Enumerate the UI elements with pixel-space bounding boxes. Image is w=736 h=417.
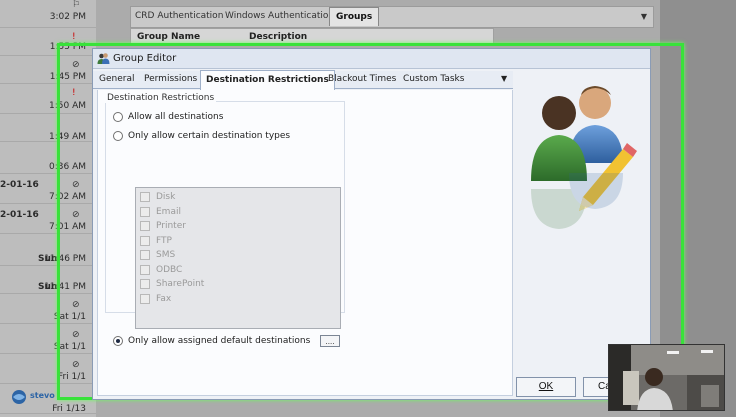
webcam-overlay: [608, 344, 725, 411]
checkbox-box[interactable]: [140, 294, 150, 304]
group-title: Destination Restrictions: [105, 93, 217, 103]
flag-icon: ⚐: [72, 0, 81, 10]
checkbox-label: Printer: [156, 221, 186, 231]
message-date: 2-01-16: [0, 210, 39, 220]
users-edit-illustration-icon: [531, 86, 637, 229]
checkbox-box[interactable]: [140, 221, 150, 231]
dialog-tab-strip: General Permissions Destination Restrict…: [93, 70, 513, 90]
radio-indicator[interactable]: [113, 131, 123, 141]
checkbox-box[interactable]: [140, 192, 150, 202]
bg-tab-groups[interactable]: Groups: [329, 7, 380, 26]
checkbox-ftp[interactable]: FTP: [140, 236, 172, 246]
dialog-title: Group Editor: [113, 53, 177, 64]
message-date: 2-01-16: [0, 180, 39, 190]
ok-button[interactable]: OK: [516, 377, 576, 397]
checkbox-label: Disk: [156, 192, 176, 202]
checkbox-sms[interactable]: SMS: [140, 250, 175, 260]
column-header-description[interactable]: Description: [249, 32, 307, 42]
checkbox-label: FTP: [156, 236, 172, 246]
allow-all-destinations-radio[interactable]: Allow all destinations: [113, 112, 223, 122]
destination-types-list: Disk Email Printer FTP SMS ODBC SharePoi…: [135, 187, 341, 329]
background-tab-strip: CRD Authentication Windows Authenticatio…: [130, 6, 654, 28]
checkbox-email[interactable]: Email: [140, 207, 181, 217]
important-icon: !: [72, 32, 76, 42]
checkbox-label: Email: [156, 207, 181, 217]
tab-blackout-times[interactable]: Blackout Times: [328, 74, 396, 84]
checkbox-label: SharePoint: [156, 279, 205, 289]
group-users-icon: [97, 53, 110, 64]
webcam-presenter-image: [609, 345, 724, 410]
chevron-down-icon[interactable]: ▼: [501, 74, 507, 83]
message-time: 3:02 PM: [49, 12, 86, 22]
chevron-down-icon[interactable]: ▼: [641, 12, 647, 21]
bg-tab-windows-authentication[interactable]: Windows Authentication: [225, 11, 334, 21]
radio-label: Only allow assigned default destinations: [128, 336, 311, 346]
destination-restrictions-page: Destination Restrictions Allow all desti…: [97, 90, 513, 396]
background-column-headers: Group Name Description: [130, 28, 494, 44]
watermark-text: stevo: [30, 391, 55, 400]
checkbox-fax[interactable]: Fax: [140, 294, 171, 304]
radio-indicator-selected[interactable]: [113, 336, 123, 346]
tab-general[interactable]: General: [99, 74, 134, 84]
list-item[interactable]: 3:02 PM ⚐: [0, 0, 96, 28]
ok-button-label: OK: [538, 381, 554, 392]
checkbox-disk[interactable]: Disk: [140, 192, 175, 202]
checkbox-label: SMS: [156, 250, 176, 260]
radio-indicator[interactable]: [113, 112, 123, 122]
bg-tab-crd-authentication[interactable]: CRD Authentication: [135, 11, 223, 21]
group-editor-dialog: Group Editor General Permissions Destina…: [92, 48, 651, 400]
checkbox-box[interactable]: [140, 279, 150, 289]
checkbox-box[interactable]: [140, 236, 150, 246]
checkbox-sharepoint[interactable]: SharePoint: [140, 279, 204, 289]
globe-logo-icon: [12, 390, 26, 404]
column-header-group-name[interactable]: Group Name: [137, 32, 200, 42]
checkbox-label: Fax: [156, 294, 172, 304]
tab-custom-tasks[interactable]: Custom Tasks: [403, 74, 464, 84]
browse-destinations-button[interactable]: ....: [320, 335, 340, 347]
only-allow-assigned-defaults-radio[interactable]: Only allow assigned default destinations: [113, 336, 310, 346]
tab-permissions[interactable]: Permissions: [144, 74, 197, 84]
checkbox-box[interactable]: [140, 250, 150, 260]
checkbox-label: ODBC: [156, 265, 183, 275]
checkbox-odbc[interactable]: ODBC: [140, 265, 182, 275]
dialog-titlebar[interactable]: Group Editor: [93, 49, 650, 69]
radio-label: Allow all destinations: [128, 112, 224, 122]
checkbox-printer[interactable]: Printer: [140, 221, 186, 231]
checkbox-box[interactable]: [140, 265, 150, 275]
screen: CRD Authentication Windows Authenticatio…: [0, 0, 736, 417]
checkbox-box[interactable]: [140, 207, 150, 217]
tab-destination-restrictions[interactable]: Destination Restrictions: [200, 70, 335, 90]
radio-label: Only allow certain destination types: [128, 131, 291, 141]
watermark: stevo: [10, 388, 76, 406]
only-allow-certain-types-radio[interactable]: Only allow certain destination types: [113, 131, 290, 141]
